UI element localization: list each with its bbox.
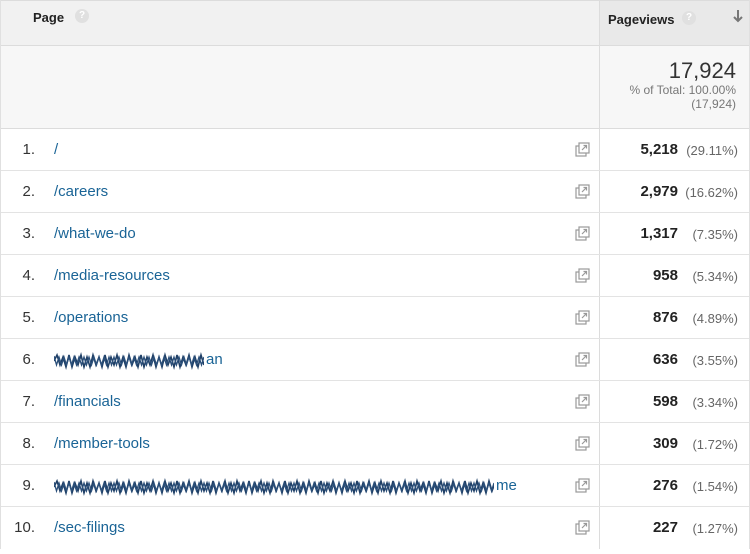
table-row: 7. /financials 598 (3.34%) [1, 381, 749, 423]
page-column-header: Page ? [1, 1, 600, 45]
pageviews-value: 309 [652, 435, 678, 452]
row-index: 6. [22, 351, 35, 368]
table-row: 1. / 5,218 (29.11%) [1, 129, 749, 171]
pageviews-percent: (16.62%) [685, 185, 738, 200]
page-path-link[interactable]: / [54, 141, 58, 158]
table-row: 8. /member-tools 309 (1.72%) [1, 423, 749, 465]
pageviews-value: 276 [652, 477, 678, 494]
table-row: 10. /sec-filings 227 (1.27%) [1, 507, 749, 549]
pageviews-percent: (1.72%) [692, 437, 738, 452]
page-path-link[interactable]: /what-we-do [54, 225, 136, 242]
table-row: 9. me 276 (1.54%) [1, 465, 749, 507]
page-path-link[interactable]: /operations [54, 309, 128, 326]
page-path-link[interactable]: /media-resources [54, 267, 170, 284]
total-absolute: (17,924) [691, 97, 736, 111]
open-external-icon[interactable] [575, 142, 590, 157]
table-row: 3. /what-we-do 1,317 (7.35%) [1, 213, 749, 255]
pageviews-value: 876 [652, 309, 678, 326]
open-external-icon[interactable] [575, 436, 590, 451]
pageviews-percent: (3.55%) [692, 353, 738, 368]
redaction-scribble [54, 351, 204, 371]
total-pageviews: 17,924 [668, 58, 736, 83]
page-path-link[interactable]: me [496, 477, 517, 494]
pages-table: Page ? Pageviews ? 17,924 % of Total: 10… [0, 0, 750, 549]
pageviews-percent: (5.34%) [692, 269, 738, 284]
row-index: 8. [22, 435, 35, 452]
page-path-link[interactable]: /financials [54, 393, 121, 410]
table-header: Page ? Pageviews ? [1, 0, 749, 46]
page-path-link[interactable]: /member-tools [54, 435, 150, 452]
table-row: 4. /media-resources 958 (5.34%) [1, 255, 749, 297]
table-row: 6. an 636 (3.55%) [1, 339, 749, 381]
open-external-icon[interactable] [575, 184, 590, 199]
row-index: 3. [22, 225, 35, 242]
open-external-icon[interactable] [575, 478, 590, 493]
pageviews-value: 2,979 [640, 183, 678, 200]
pageviews-percent: (7.35%) [692, 227, 738, 242]
help-icon[interactable]: ? [75, 9, 89, 23]
total-percent: % of Total: 100.00% [629, 83, 736, 97]
pageviews-percent: (1.54%) [692, 479, 738, 494]
open-external-icon[interactable] [575, 226, 590, 241]
table-body: 1. / 5,218 (29.11%) 2. /careers 2,979 (1… [1, 129, 749, 549]
pageviews-percent: (1.27%) [692, 521, 738, 536]
row-index: 5. [22, 309, 35, 326]
redaction-scribble [54, 477, 494, 497]
row-index: 10. [14, 519, 35, 536]
pageviews-percent: (29.11%) [686, 143, 738, 158]
pageviews-value: 1,317 [640, 225, 678, 242]
row-index: 2. [22, 183, 35, 200]
page-path-link[interactable]: /sec-filings [54, 519, 125, 536]
totals-cell: 17,924 % of Total: 100.00% (17,924) [600, 46, 749, 128]
open-external-icon[interactable] [575, 268, 590, 283]
pageviews-column-header[interactable]: Pageviews ? [600, 1, 749, 45]
row-index: 1. [22, 141, 35, 158]
table-row: 5. /operations 876 (4.89%) [1, 297, 749, 339]
pageviews-percent: (4.89%) [692, 311, 738, 326]
page-path-link[interactable]: /careers [54, 183, 108, 200]
row-index: 4. [22, 267, 35, 284]
pageviews-value: 958 [652, 267, 678, 284]
totals-row: 17,924 % of Total: 100.00% (17,924) [1, 46, 749, 129]
open-external-icon[interactable] [575, 352, 590, 367]
table-row: 2. /careers 2,979 (16.62%) [1, 171, 749, 213]
help-icon[interactable]: ? [682, 11, 696, 25]
row-index: 9. [22, 477, 35, 494]
pageviews-value: 5,218 [640, 141, 678, 158]
pageviews-value: 227 [652, 519, 678, 536]
pageviews-value: 598 [652, 393, 678, 410]
row-index: 7. [22, 393, 35, 410]
page-path-link[interactable]: an [206, 351, 223, 368]
pageviews-percent: (3.34%) [692, 395, 738, 410]
pageviews-header-label: Pageviews [608, 12, 675, 27]
page-header-label: Page [33, 10, 65, 25]
pageviews-value: 636 [652, 351, 678, 368]
open-external-icon[interactable] [575, 394, 590, 409]
open-external-icon[interactable] [575, 310, 590, 325]
sort-descending-icon[interactable] [731, 8, 745, 24]
open-external-icon[interactable] [575, 520, 590, 535]
